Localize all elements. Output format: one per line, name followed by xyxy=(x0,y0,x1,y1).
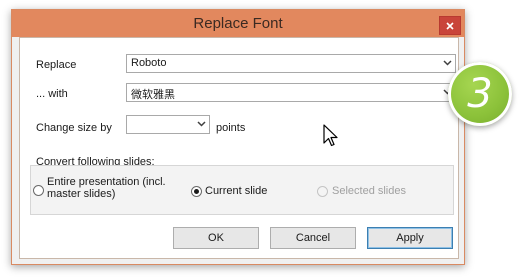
size-select[interactable] xyxy=(126,115,210,134)
with-font-select[interactable]: 微软雅黑 xyxy=(126,83,456,102)
chevron-down-icon xyxy=(197,121,206,127)
convert-options-group: Entire presentation (incl. master slides)… xyxy=(30,165,454,215)
change-size-label: Change size by xyxy=(36,122,112,134)
radio-entire-presentation[interactable] xyxy=(33,185,44,196)
title-bar[interactable]: Replace Font xyxy=(12,10,464,37)
entire-presentation-label: Entire presentation (incl. master slides) xyxy=(47,176,166,200)
close-button[interactable] xyxy=(439,16,461,35)
radio-selected-slides[interactable] xyxy=(317,186,328,197)
replace-font-select[interactable]: Roboto xyxy=(126,54,456,73)
apply-button[interactable]: Apply xyxy=(367,227,453,249)
mouse-cursor-icon xyxy=(323,124,338,147)
entire-presentation-label-line1: Entire presentation (incl. xyxy=(47,176,166,188)
with-label: ... with xyxy=(36,88,68,100)
with-font-value: 微软雅黑 xyxy=(131,89,175,101)
close-icon xyxy=(446,21,454,30)
dialog-title: Replace Font xyxy=(193,15,283,32)
current-slide-label: Current slide xyxy=(205,185,268,197)
selected-slides-label: Selected slides xyxy=(332,185,406,197)
radio-current-slide[interactable] xyxy=(191,186,202,197)
replace-font-dialog: Replace Font Replace Roboto ... with 微软雅… xyxy=(11,9,465,265)
cancel-button[interactable]: Cancel xyxy=(270,227,356,249)
entire-presentation-label-line2: master slides) xyxy=(47,188,116,200)
step-badge: 3 xyxy=(448,62,512,126)
ok-button[interactable]: OK xyxy=(173,227,259,249)
chevron-down-icon xyxy=(443,60,452,66)
replace-font-value: Roboto xyxy=(131,57,167,69)
dialog-content: Replace Roboto ... with 微软雅黑 Change size… xyxy=(19,37,459,259)
replace-label: Replace xyxy=(36,59,77,71)
points-label: points xyxy=(216,122,246,134)
